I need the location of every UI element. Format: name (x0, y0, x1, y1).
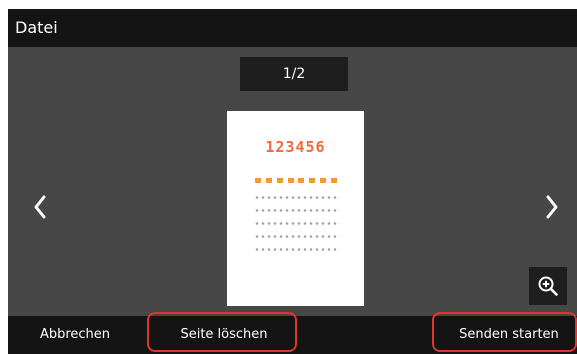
cancel-button[interactable]: Abbrechen (22, 316, 128, 354)
previous-page-button[interactable] (26, 189, 54, 225)
next-page-button[interactable] (538, 189, 566, 225)
zoom-in-icon (538, 276, 558, 296)
document-text-line (254, 234, 340, 239)
start-sending-button[interactable]: Senden starten (441, 316, 577, 354)
bottom-action-bar: Abbrechen Seite löschen Senden starten (8, 316, 577, 354)
document-text-line (254, 208, 340, 213)
document-text-line (254, 221, 340, 226)
document-preview: 123456 (227, 111, 364, 306)
file-preview-screen: Datei 1/2 123456 Abbrechen Seite löschen… (8, 9, 577, 354)
title-bar: Datei (8, 9, 577, 47)
document-text-line (254, 195, 340, 200)
document-dashed-line (255, 178, 337, 183)
document-text-lines (254, 195, 340, 260)
page-title: Datei (15, 18, 58, 37)
chevron-left-icon (34, 195, 46, 219)
zoom-button[interactable] (529, 267, 567, 305)
document-number: 123456 (265, 138, 326, 156)
delete-page-button[interactable]: Seite löschen (151, 316, 297, 354)
chevron-right-icon (546, 195, 558, 219)
document-text-line (254, 247, 340, 252)
page-indicator: 1/2 (240, 57, 348, 91)
page-indicator-text: 1/2 (282, 66, 306, 82)
